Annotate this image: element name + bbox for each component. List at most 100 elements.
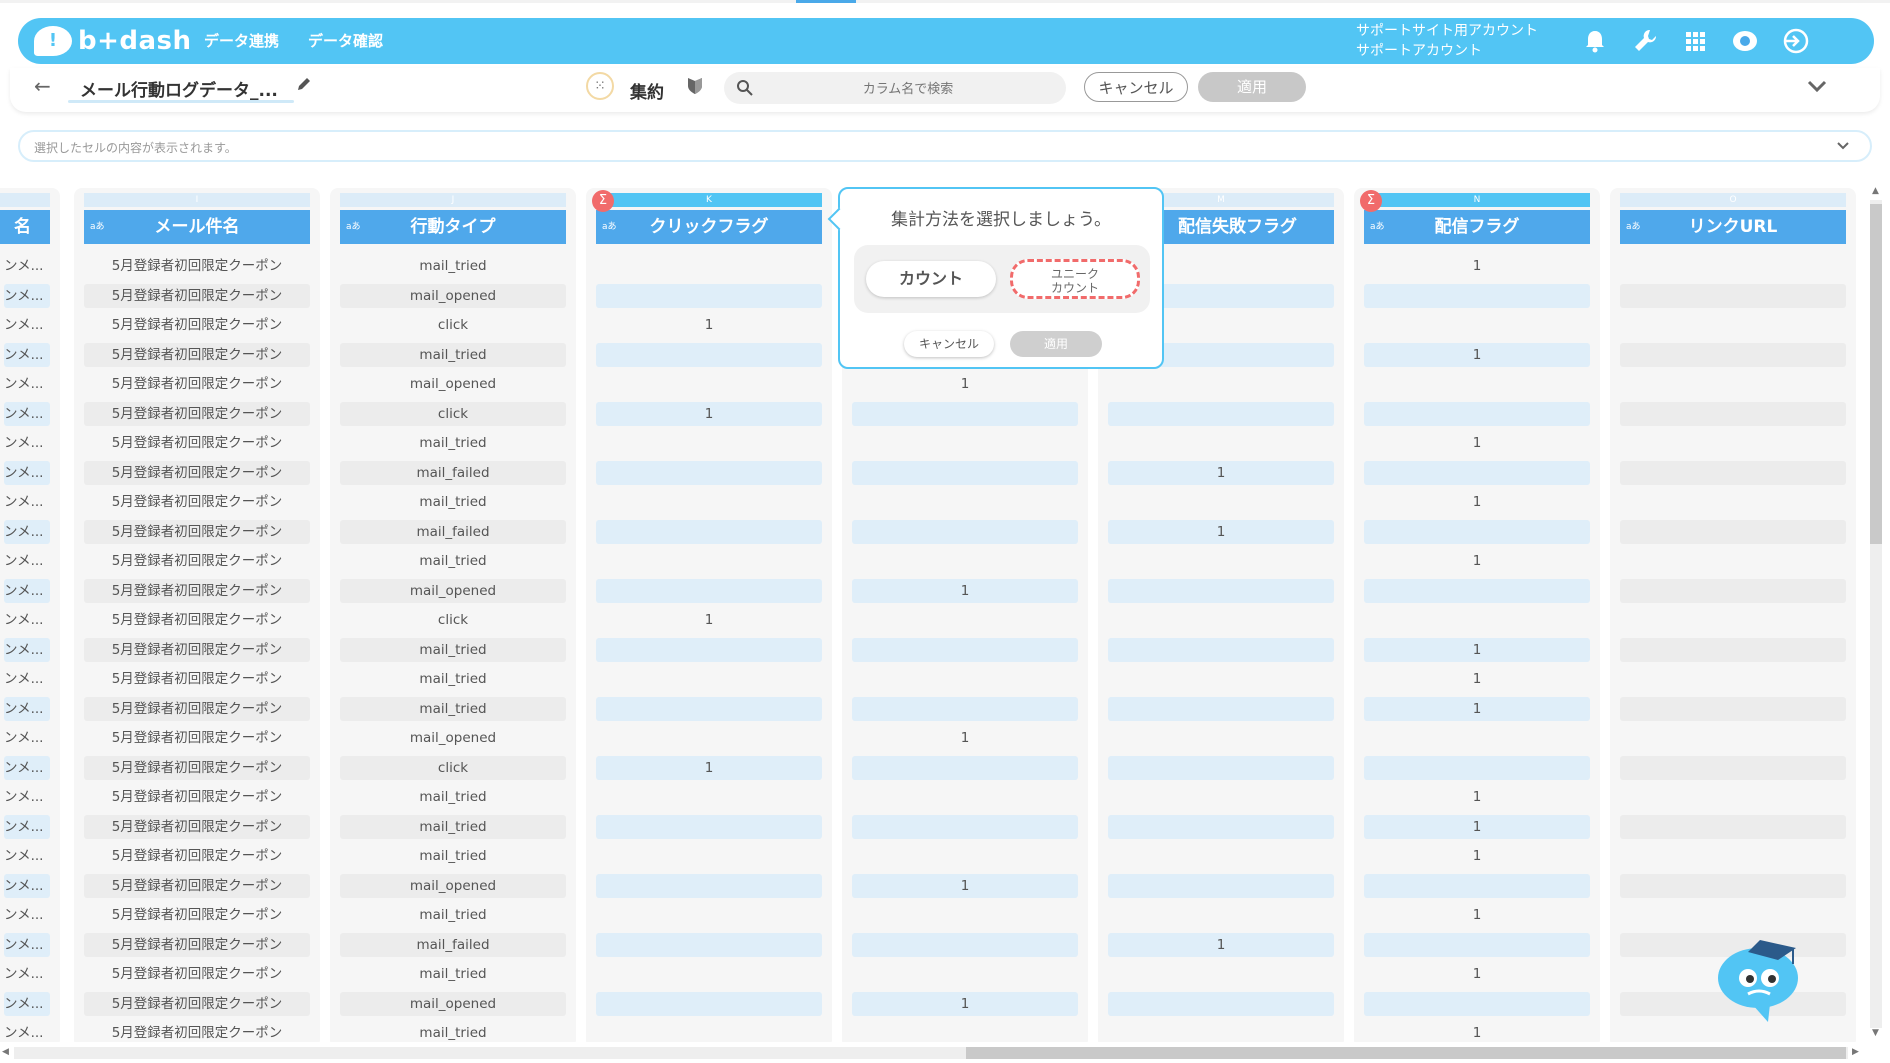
table-cell[interactable]	[852, 932, 1078, 957]
table-cell[interactable]: ンメ...	[4, 401, 50, 426]
table-cell[interactable]	[596, 283, 822, 308]
column-header[interactable]: aあ 行動タイプ	[340, 210, 566, 244]
table-cell[interactable]: 5月登録者初回限定クーポン	[84, 608, 310, 632]
table-cell[interactable]	[852, 1021, 1078, 1042]
table-cell[interactable]	[596, 991, 822, 1016]
table-cell[interactable]: ンメ...	[4, 519, 50, 544]
table-cell[interactable]	[1620, 667, 1846, 691]
table-cell[interactable]: mail_tried	[340, 814, 566, 839]
table-cell[interactable]: 1	[1108, 460, 1334, 485]
table-cell[interactable]	[1108, 755, 1334, 780]
table-cell[interactable]: click	[340, 755, 566, 780]
table-cell[interactable]: 5月登録者初回限定クーポン	[84, 372, 310, 396]
table-cell[interactable]: 1	[1364, 814, 1590, 839]
vertical-scrollbar[interactable]: ▲ ▼	[1866, 186, 1886, 1042]
table-cell[interactable]	[1108, 726, 1334, 750]
table-cell[interactable]: 5月登録者初回限定クーポン	[84, 991, 310, 1016]
table-cell[interactable]	[1620, 873, 1846, 898]
table-cell[interactable]	[596, 254, 822, 278]
table-cell[interactable]: ンメ...	[4, 549, 50, 573]
table-cell[interactable]	[1108, 844, 1334, 868]
table-cell[interactable]: 5月登録者初回限定クーポン	[84, 637, 310, 662]
table-cell[interactable]: 1	[1364, 962, 1590, 986]
table-cell[interactable]	[852, 431, 1078, 455]
scroll-down-icon[interactable]: ▼	[1872, 1028, 1879, 1038]
table-cell[interactable]: ンメ...	[4, 431, 50, 455]
table-cell[interactable]: 5月登録者初回限定クーポン	[84, 490, 310, 514]
table-cell[interactable]: 5月登録者初回限定クーポン	[84, 667, 310, 691]
table-cell[interactable]	[1620, 549, 1846, 573]
bell-icon[interactable]	[1580, 26, 1610, 56]
table-cell[interactable]	[1620, 401, 1846, 426]
table-cell[interactable]: 1	[1364, 903, 1590, 927]
table-cell[interactable]	[596, 932, 822, 957]
table-cell[interactable]: 1	[596, 313, 822, 337]
table-cell[interactable]	[1108, 490, 1334, 514]
table-cell[interactable]: mail_tried	[340, 1021, 566, 1042]
table-cell[interactable]: ンメ...	[4, 608, 50, 632]
cell-content-bar[interactable]: 選択したセルの内容が表示されます。	[18, 130, 1872, 162]
table-cell[interactable]	[596, 962, 822, 986]
table-cell[interactable]: 5月登録者初回限定クーポン	[84, 313, 310, 337]
table-cell[interactable]: mail_tried	[340, 549, 566, 573]
table-cell[interactable]	[1620, 342, 1846, 367]
table-cell[interactable]	[1620, 283, 1846, 308]
table-cell[interactable]: 1	[596, 401, 822, 426]
table-cell[interactable]	[1108, 696, 1334, 721]
table-cell[interactable]: ンメ...	[4, 903, 50, 927]
column-search[interactable]	[724, 72, 1066, 106]
table-cell[interactable]: 1	[1364, 342, 1590, 367]
table-cell[interactable]	[1620, 755, 1846, 780]
table-cell[interactable]	[596, 549, 822, 573]
table-cell[interactable]	[596, 903, 822, 927]
table-cell[interactable]: click	[340, 608, 566, 632]
table-cell[interactable]	[1364, 873, 1590, 898]
table-cell[interactable]: mail_opened	[340, 726, 566, 750]
table-cell[interactable]	[852, 696, 1078, 721]
table-cell[interactable]: mail_failed	[340, 460, 566, 485]
table-cell[interactable]: 5月登録者初回限定クーポン	[84, 844, 310, 868]
table-cell[interactable]	[1620, 903, 1846, 927]
table-cell[interactable]: ンメ...	[4, 932, 50, 957]
table-cell[interactable]: ンメ...	[4, 667, 50, 691]
table-cell[interactable]	[596, 490, 822, 514]
table-cell[interactable]	[596, 814, 822, 839]
table-cell[interactable]: ンメ...	[4, 991, 50, 1016]
table-cell[interactable]: ンメ...	[4, 726, 50, 750]
table-cell[interactable]	[596, 342, 822, 367]
table-cell[interactable]	[596, 873, 822, 898]
table-cell[interactable]	[852, 785, 1078, 809]
table-cell[interactable]: ンメ...	[4, 696, 50, 721]
scroll-right-icon[interactable]: ▶	[1852, 1047, 1859, 1057]
table-cell[interactable]: 1	[1364, 254, 1590, 278]
table-cell[interactable]: 5月登録者初回限定クーポン	[84, 873, 310, 898]
table-cell[interactable]	[1108, 667, 1334, 691]
table-cell[interactable]: mail_opened	[340, 372, 566, 396]
table-cell[interactable]: 5月登録者初回限定クーポン	[84, 254, 310, 278]
table-cell[interactable]	[1364, 755, 1590, 780]
table-cell[interactable]: 5月登録者初回限定クーポン	[84, 785, 310, 809]
table-cell[interactable]	[1364, 313, 1590, 337]
table-cell[interactable]	[852, 490, 1078, 514]
table-cell[interactable]: mail_failed	[340, 519, 566, 544]
table-cell[interactable]	[596, 844, 822, 868]
table-cell[interactable]: ンメ...	[4, 785, 50, 809]
logo[interactable]: ! b+dash	[34, 24, 192, 58]
table-cell[interactable]: 5月登録者初回限定クーポン	[84, 460, 310, 485]
table-cell[interactable]	[1108, 1021, 1334, 1042]
table-cell[interactable]: 1	[1364, 844, 1590, 868]
column-header[interactable]: aあ メール件名	[84, 210, 310, 244]
mascot-helper-icon[interactable]	[1712, 926, 1812, 1026]
table-cell[interactable]	[852, 903, 1078, 927]
table-cell[interactable]	[1364, 991, 1590, 1016]
nav-data-integration[interactable]: データ連携	[204, 30, 279, 51]
table-cell[interactable]	[596, 460, 822, 485]
table-cell[interactable]: 5月登録者初回限定クーポン	[84, 903, 310, 927]
table-cell[interactable]: 5月登録者初回限定クーポン	[84, 755, 310, 780]
table-cell[interactable]: mail_tried	[340, 637, 566, 662]
table-cell[interactable]: 1	[1364, 667, 1590, 691]
table-cell[interactable]: 5月登録者初回限定クーポン	[84, 283, 310, 308]
table-cell[interactable]: 5月登録者初回限定クーポン	[84, 962, 310, 986]
table-cell[interactable]	[1364, 401, 1590, 426]
table-cell[interactable]	[852, 519, 1078, 544]
